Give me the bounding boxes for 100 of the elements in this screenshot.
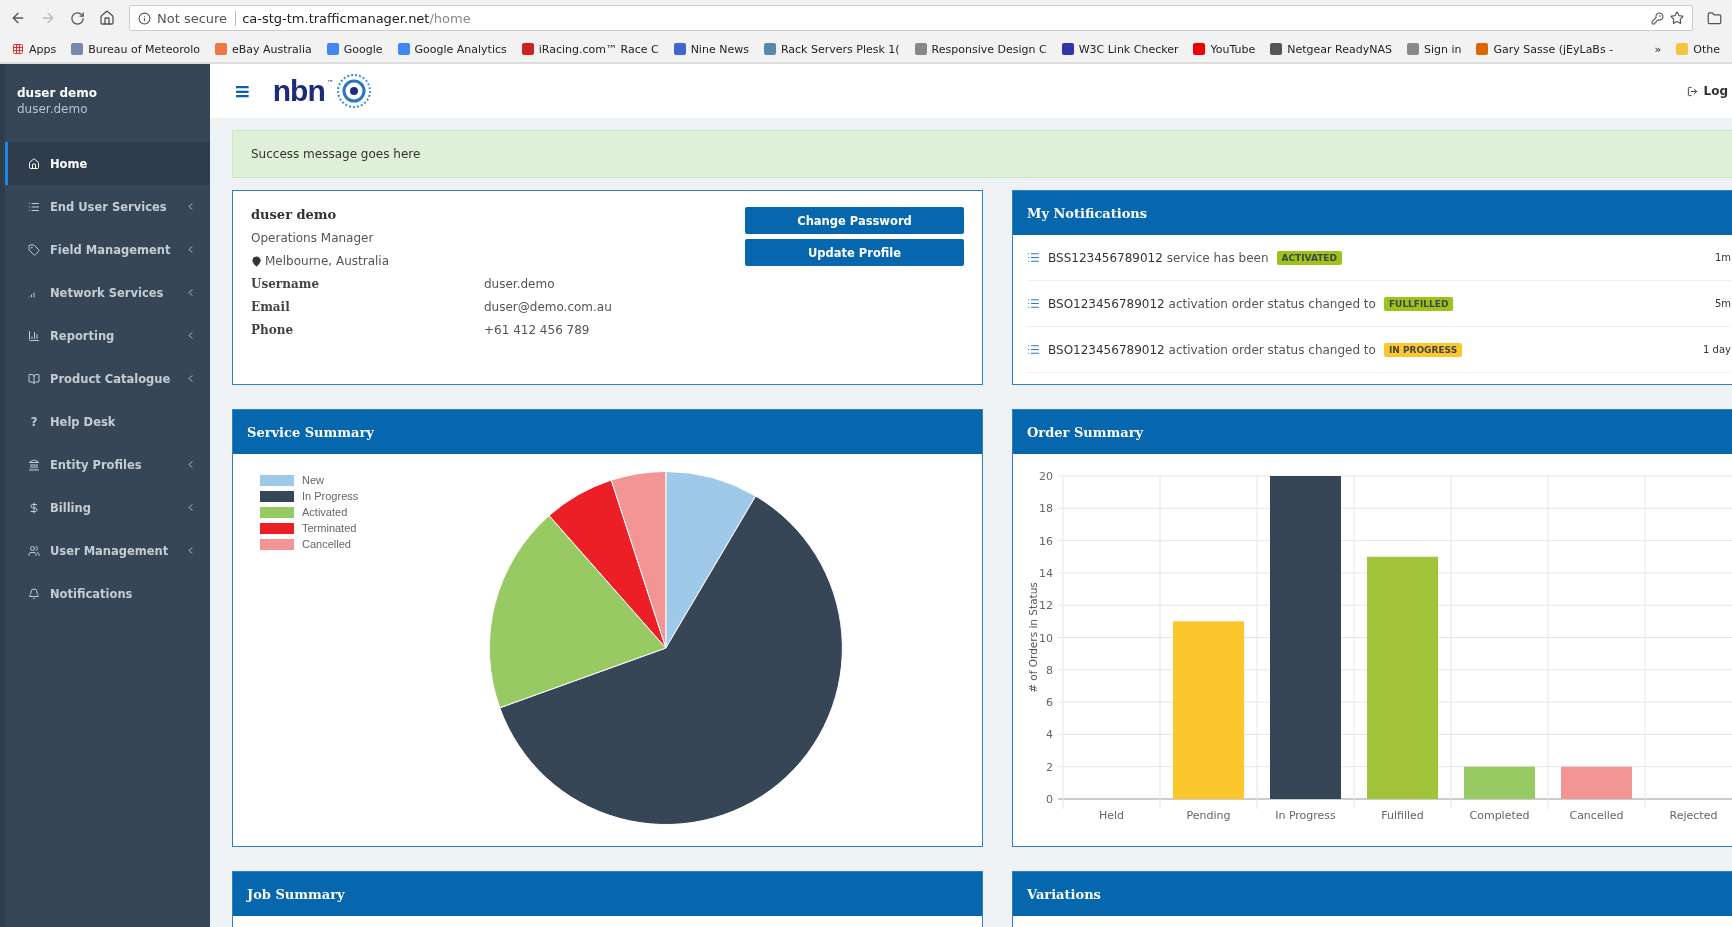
apps-icon	[12, 43, 24, 55]
notification-text: BSO123456789012 activation order status changed to	[1048, 296, 1376, 311]
sidebar-item[interactable]: User Management	[5, 529, 210, 572]
favicon-icon	[1061, 43, 1074, 55]
bookmark[interactable]: Bureau of Meteorolo	[71, 42, 200, 56]
axis-tick-label: 20	[1039, 470, 1053, 483]
reload-icon[interactable]	[70, 10, 85, 26]
axis-tick-label: 10	[1039, 631, 1053, 645]
address-bar[interactable]: Not secure ca-stg-tm.trafficmanager.net/home	[129, 5, 1693, 31]
back-icon[interactable]	[10, 10, 26, 26]
success-alert: Success message goes here	[232, 130, 1732, 178]
sidebar-item[interactable]: Entity Profiles	[5, 443, 210, 486]
axis-tick-label: 4	[1046, 728, 1053, 742]
bar	[1464, 766, 1535, 799]
axis-category-label: Fulfilled	[1381, 809, 1424, 822]
favicon-icon	[397, 43, 410, 55]
url-host: ca-stg-tm.trafficmanager.net	[242, 10, 430, 26]
notification-time: 5m	[1714, 298, 1731, 309]
bookmark[interactable]: Sign in	[1406, 42, 1462, 56]
sidebar-item[interactable]: Product Catalogue	[5, 357, 210, 400]
field-label: Email	[251, 300, 291, 314]
question-icon: ?	[28, 414, 40, 429]
url-path: /home	[429, 10, 471, 26]
card-title: Order Summary	[1013, 410, 1732, 454]
bookmark[interactable]: Apps	[12, 42, 57, 56]
favicon-icon	[215, 43, 227, 55]
menu-toggle[interactable]: ≡	[234, 79, 251, 103]
bookmark[interactable]: Responsive Design C	[914, 42, 1047, 56]
menu-item-icon	[28, 501, 40, 514]
notification-row[interactable]: BSO123456789012 activation order status changed to IN PROGRESS 1 day	[1027, 327, 1731, 373]
sidebar-item[interactable]: Notifications	[5, 572, 210, 615]
notification-time: 1m	[1714, 252, 1731, 263]
axis-tick-label: 14	[1039, 566, 1053, 580]
menu-item-icon	[28, 458, 40, 471]
bookmark[interactable]: Nine News	[673, 42, 749, 56]
bookmark[interactable]: eBay Australia	[215, 42, 312, 56]
profile-button[interactable]: Change Password	[745, 207, 964, 234]
axis-category-label: Pending	[1186, 809, 1231, 822]
home-icon[interactable]	[99, 10, 115, 26]
bookmark[interactable]: Google Analytics	[397, 42, 507, 56]
user-name: duser demo	[17, 86, 98, 100]
menu-item-icon	[28, 200, 40, 213]
bookmark[interactable]: Netgear ReadyNAS	[1270, 42, 1392, 56]
card-title: Job Summary	[233, 872, 982, 916]
favicon-icon	[1406, 43, 1419, 55]
profile-button[interactable]: Update Profile	[745, 239, 964, 266]
notification-row[interactable]: BSO123456789012 activation order status changed to FULLFILLED 5m	[1027, 281, 1731, 327]
favicon-icon	[326, 43, 339, 55]
notification-row[interactable]: BSS123456789012 service has been ACTIVATED 1m	[1027, 235, 1731, 281]
y-axis-label: # of Orders in Status	[1027, 582, 1039, 693]
key-icon[interactable]	[1651, 11, 1664, 25]
bookmark[interactable]: W3C Link Checker	[1061, 42, 1179, 56]
axis-tick-label: 16	[1039, 534, 1053, 548]
security-label: Not secure	[157, 10, 237, 26]
list-icon	[1027, 297, 1040, 310]
field-label: Phone	[251, 323, 295, 337]
logout-link[interactable]: Log	[1686, 84, 1728, 98]
sidebar-item[interactable]: Billing	[5, 486, 210, 529]
info-icon	[138, 11, 151, 25]
status-badge: FULLFILLED	[1383, 296, 1454, 311]
menu-item-icon	[28, 157, 40, 170]
legend-label: New	[302, 474, 324, 486]
profile-role: Operations Manager	[251, 231, 375, 245]
favicon-icon	[521, 43, 534, 55]
notification-time: 1 day	[1703, 344, 1731, 355]
menu-item-icon	[28, 329, 40, 342]
sidebar-item[interactable]: ? Help Desk	[5, 400, 210, 443]
axis-tick-label: 18	[1039, 502, 1053, 516]
bookmark[interactable]: Google	[326, 42, 383, 56]
axis-category-label: Cancelled	[1569, 809, 1624, 822]
more-bookmarks[interactable]: »	[1654, 42, 1662, 56]
list-icon	[1027, 343, 1040, 356]
notification-text: BSO123456789012 activation order status changed to	[1048, 342, 1376, 357]
favicon-icon	[763, 43, 776, 55]
bookmark[interactable]: Rack Servers Plesk 1(	[763, 42, 900, 56]
bookmark[interactable]: YouTube	[1193, 42, 1256, 56]
axis-tick-label: 0	[1046, 793, 1053, 806]
status-badge: ACTIVATED	[1276, 250, 1342, 265]
map-pin-icon	[251, 255, 262, 267]
sidebar-item[interactable]: Home	[5, 142, 210, 185]
favicon-icon	[914, 43, 927, 55]
legend-label: Activated	[302, 506, 348, 518]
notification-text: BSS123456789012 service has been	[1048, 250, 1269, 265]
bookmark[interactable]: iRacing.com™ Race C	[521, 42, 659, 56]
favicon-icon	[71, 43, 84, 55]
sidebar-item[interactable]: End User Services	[5, 185, 210, 228]
status-badge: IN PROGRESS	[1383, 342, 1463, 357]
star-icon[interactable]	[1670, 11, 1684, 25]
card-title: Variations	[1013, 872, 1732, 916]
favicon-icon	[1270, 43, 1283, 55]
logout-icon	[1686, 85, 1698, 97]
menu-item-icon	[28, 587, 40, 600]
sidebar-item[interactable]: Field Management	[5, 228, 210, 271]
sidebar-item[interactable]: Network Services	[5, 271, 210, 314]
list-icon	[1027, 251, 1040, 264]
folder-icon[interactable]	[1707, 10, 1722, 26]
other-bookmarks[interactable]: Othe	[1676, 42, 1720, 56]
bookmark[interactable]: Gary Sasse (jEyLaBs -	[1476, 42, 1614, 56]
legend-label: Terminated	[302, 522, 357, 534]
sidebar-item[interactable]: Reporting	[5, 314, 210, 357]
